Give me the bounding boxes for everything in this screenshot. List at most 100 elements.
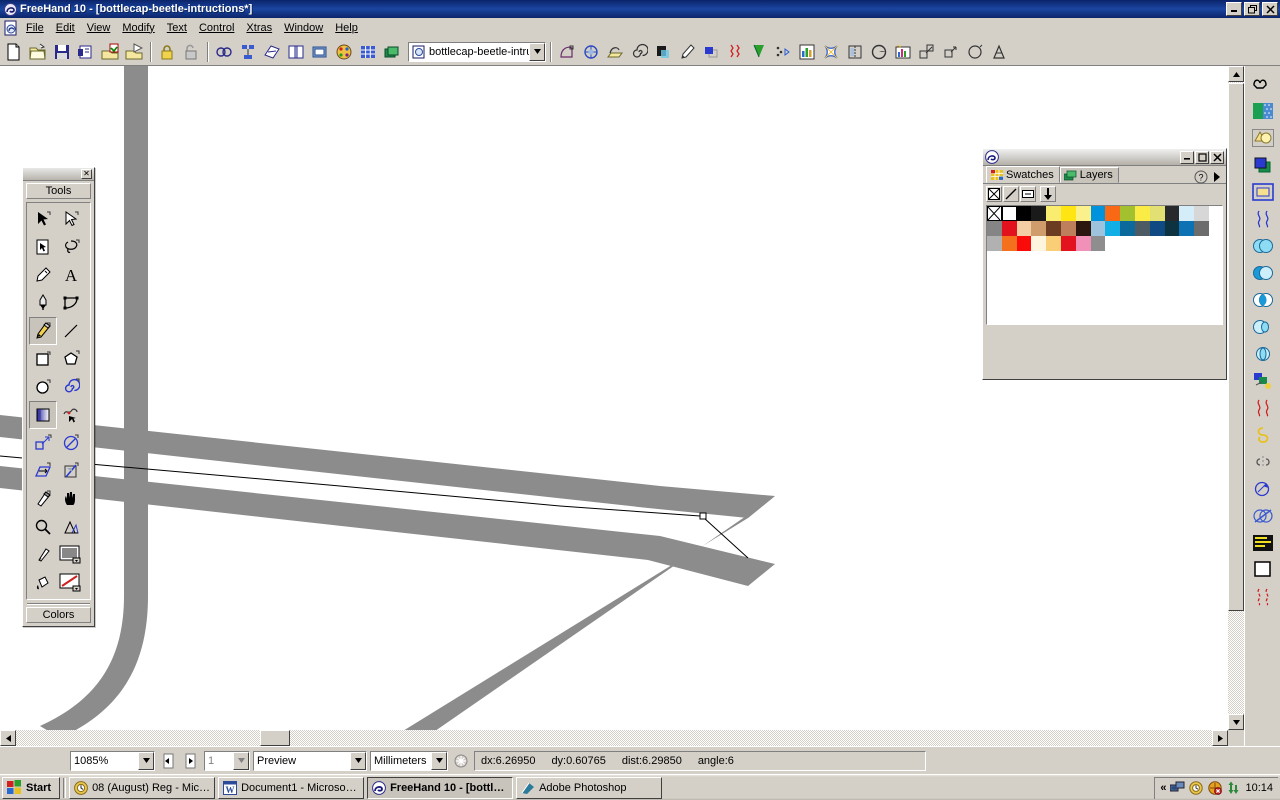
swatch-cell[interactable]: [1135, 206, 1150, 221]
swatch-cell[interactable]: [1002, 221, 1017, 236]
swatch-cell[interactable]: [1076, 221, 1091, 236]
rectangle-tool[interactable]: [29, 345, 57, 373]
print-icon[interactable]: [74, 40, 98, 64]
chart-icon[interactable]: [795, 40, 819, 64]
group-icon[interactable]: [212, 40, 236, 64]
swatch-cell[interactable]: [1061, 236, 1076, 251]
unlock-icon[interactable]: [179, 40, 203, 64]
swatch-fill-button[interactable]: [1020, 186, 1036, 202]
swatch-cell[interactable]: [1179, 221, 1194, 236]
save-document-icon[interactable]: [50, 40, 74, 64]
swatch-cell[interactable]: [1165, 221, 1180, 236]
swatches-panel-titlebar[interactable]: [983, 149, 1226, 166]
lasso-tool[interactable]: [57, 233, 85, 261]
page-number-combo[interactable]: 1: [204, 751, 250, 771]
swatch-cell[interactable]: [1194, 206, 1209, 221]
swatch-cell[interactable]: [987, 236, 1002, 251]
divide-icon[interactable]: [1250, 261, 1276, 285]
import-icon[interactable]: [98, 40, 122, 64]
layer-order-icon[interactable]: [1250, 153, 1276, 177]
rotate-path-icon[interactable]: [1250, 477, 1276, 501]
page-tool[interactable]: [29, 233, 57, 261]
outlook-tray-icon[interactable]: [1188, 780, 1204, 796]
reverse-direction-icon[interactable]: [1250, 450, 1276, 474]
task-item-photoshop[interactable]: Adobe Photoshop: [516, 777, 662, 799]
refresh-icon[interactable]: [451, 751, 471, 771]
swatch-cell[interactable]: [1002, 236, 1017, 251]
intersect-icon[interactable]: [1250, 288, 1276, 312]
swatch-cell[interactable]: [1179, 206, 1194, 221]
mirror-icon[interactable]: [843, 40, 867, 64]
swatch-cell[interactable]: [1046, 221, 1061, 236]
swatch-cell[interactable]: [1120, 221, 1135, 236]
export-icon[interactable]: [122, 40, 146, 64]
swatch-cell[interactable]: [1150, 206, 1165, 221]
menu-item-file[interactable]: File: [20, 20, 50, 36]
swatch-cell[interactable]: [1120, 206, 1135, 221]
color-mixer-icon[interactable]: [332, 40, 356, 64]
simplify-icon[interactable]: [963, 40, 987, 64]
swatches-grid-icon[interactable]: [356, 40, 380, 64]
horizontal-scrollbar-track[interactable]: [0, 730, 1228, 746]
union-icon[interactable]: [1250, 234, 1276, 258]
tools-palette-tab[interactable]: Tools: [26, 183, 91, 199]
shadow-icon[interactable]: [651, 40, 675, 64]
pointer-tool[interactable]: [29, 205, 57, 233]
inset-path-icon[interactable]: [939, 40, 963, 64]
menu-item-edit[interactable]: Edit: [50, 20, 81, 36]
document-workspace[interactable]: ✕ Tools: [0, 66, 1244, 746]
close-button[interactable]: [1262, 2, 1278, 16]
library-icon[interactable]: [284, 40, 308, 64]
menu-item-modify[interactable]: Modify: [116, 20, 160, 36]
roughen-icon[interactable]: [723, 40, 747, 64]
menu-item-view[interactable]: View: [81, 20, 117, 36]
blend-paths-icon[interactable]: [1250, 369, 1276, 393]
emboss-icon[interactable]: [579, 40, 603, 64]
trap-icon[interactable]: [771, 40, 795, 64]
ellipse-tool[interactable]: [29, 373, 57, 401]
highlight-text-icon[interactable]: [1250, 531, 1276, 555]
vertical-scrollbar[interactable]: [1228, 66, 1244, 730]
transform-icon[interactable]: [260, 40, 284, 64]
swatch-cell[interactable]: [1031, 206, 1046, 221]
swatch-cell[interactable]: [1061, 221, 1076, 236]
halftone-icon[interactable]: [1250, 99, 1276, 123]
chevron-down-icon[interactable]: [138, 752, 154, 770]
swatches-list[interactable]: [986, 205, 1223, 325]
next-page-button[interactable]: [181, 751, 201, 771]
align-icon[interactable]: [236, 40, 260, 64]
swatch-cell[interactable]: [1105, 206, 1120, 221]
antivirus-icon[interactable]: [1207, 780, 1223, 796]
swatch-cell[interactable]: [1017, 236, 1032, 251]
tray-expand-button[interactable]: «: [1160, 782, 1166, 794]
task-item-outlook[interactable]: 08 (August) Reg - Micros...: [69, 777, 215, 799]
blend-tool[interactable]: [57, 401, 85, 429]
chevron-down-icon[interactable]: [529, 43, 545, 61]
panel-close-button[interactable]: [1210, 151, 1224, 164]
swatch-cell[interactable]: [1061, 206, 1076, 221]
tab-layers[interactable]: Layers: [1060, 167, 1119, 183]
knot-icon[interactable]: [1250, 423, 1276, 447]
swatch-cell[interactable]: [1031, 236, 1046, 251]
swatch-cell[interactable]: [1017, 206, 1032, 221]
object-outline-icon[interactable]: [1250, 72, 1276, 96]
gradient-tool[interactable]: [29, 401, 57, 429]
swatch-cell[interactable]: [1091, 236, 1106, 251]
inset-frame-icon[interactable]: [1250, 180, 1276, 204]
menu-item-xtras[interactable]: Xtras: [240, 20, 278, 36]
arc-icon[interactable]: [867, 40, 891, 64]
line-tool[interactable]: [57, 317, 85, 345]
swatch-cell[interactable]: [1076, 236, 1091, 251]
bucket-tool[interactable]: [29, 569, 57, 597]
fill-swatch-tool[interactable]: [57, 541, 85, 569]
bend-icon[interactable]: [603, 40, 627, 64]
eyedropper-xtra-icon[interactable]: [675, 40, 699, 64]
tools-palette[interactable]: ✕ Tools: [22, 167, 95, 627]
stroke-none-swatch[interactable]: [57, 569, 85, 597]
swatch-cell[interactable]: [1091, 206, 1106, 221]
remove-overlap-icon[interactable]: [1250, 504, 1276, 528]
colors-palette-tab[interactable]: Colors: [26, 607, 91, 623]
zoom-tool[interactable]: [29, 513, 57, 541]
pen-tool[interactable]: [29, 289, 57, 317]
smudge-icon[interactable]: [699, 40, 723, 64]
